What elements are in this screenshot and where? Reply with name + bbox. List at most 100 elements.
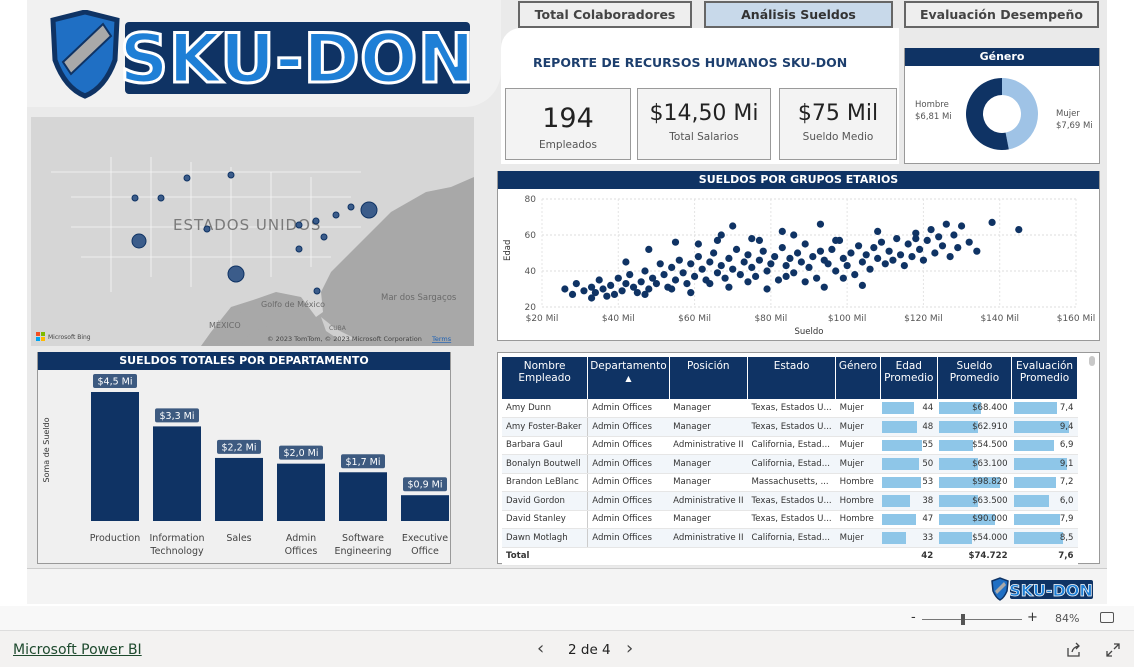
table-row[interactable]: Barbara Gaul Admin Offices Administrative … xyxy=(502,436,1078,455)
scatter-point[interactable] xyxy=(847,249,855,257)
scatter-point[interactable] xyxy=(782,272,790,280)
share-icon[interactable] xyxy=(1066,642,1082,658)
map-bubble[interactable] xyxy=(347,203,355,211)
scatter-point[interactable] xyxy=(942,220,950,228)
table-row[interactable]: David Gordon Admin Offices Administrative … xyxy=(502,491,1078,511)
scatter-point[interactable] xyxy=(694,253,702,261)
map-bubble[interactable] xyxy=(320,233,328,241)
scatter-point[interactable] xyxy=(973,247,981,255)
scatter-point[interactable] xyxy=(721,274,729,282)
scatter-point[interactable] xyxy=(587,294,596,302)
scatter-point[interactable] xyxy=(832,236,840,244)
map-terms-link[interactable]: Terms xyxy=(431,335,452,343)
col-header[interactable]: Posición xyxy=(669,357,748,399)
scatter-point[interactable] xyxy=(675,256,683,264)
scatter-point[interactable] xyxy=(732,245,741,253)
scatter-point[interactable] xyxy=(668,263,676,271)
scatter-point[interactable] xyxy=(790,231,798,239)
scatter-point[interactable] xyxy=(938,242,947,250)
scatter-point[interactable] xyxy=(854,242,863,250)
scatter-point[interactable] xyxy=(671,276,680,284)
map-bubble[interactable] xyxy=(157,194,165,202)
map-bubble[interactable] xyxy=(295,245,303,253)
map-bubble[interactable] xyxy=(131,233,147,249)
scatter-point[interactable] xyxy=(687,260,695,268)
scatter-point[interactable] xyxy=(622,280,630,288)
bar[interactable] xyxy=(153,426,201,521)
map-bubble[interactable] xyxy=(131,194,139,202)
scatter-point[interactable] xyxy=(946,253,954,261)
scatter-point[interactable] xyxy=(858,258,866,266)
scatter-point[interactable] xyxy=(820,283,828,291)
scatter-point[interactable] xyxy=(778,244,786,252)
col-header[interactable]: Evaluación Promedio xyxy=(1011,357,1078,399)
scatter-chart[interactable]: 20 40 60 80 $20 Mil $40 Mil $60 Mil $80 Mil $100… xyxy=(498,189,1099,340)
scatter-point[interactable] xyxy=(912,235,920,243)
scatter-point[interactable] xyxy=(767,260,775,268)
table-row[interactable]: Amy Foster-Baker Admin Offices Manager Texa… xyxy=(502,417,1078,437)
scatter-point[interactable] xyxy=(1015,226,1023,234)
map-bubble[interactable] xyxy=(183,174,191,182)
scatter-point[interactable] xyxy=(957,222,966,230)
scatter-point[interactable] xyxy=(797,258,805,266)
scatter-point[interactable] xyxy=(652,280,661,288)
scatter-point[interactable] xyxy=(954,244,962,252)
scatter-point[interactable] xyxy=(858,281,866,289)
next-page-button[interactable]: › xyxy=(626,638,633,659)
scatter-point[interactable] xyxy=(740,258,748,266)
scatter-point[interactable] xyxy=(805,263,813,271)
map-bubble[interactable] xyxy=(295,221,303,229)
scatter-point[interactable] xyxy=(927,226,935,234)
scatter-point[interactable] xyxy=(690,272,699,280)
scatter-point[interactable] xyxy=(813,274,821,282)
scatter-point[interactable] xyxy=(729,265,737,273)
scatter-point[interactable] xyxy=(816,220,825,228)
scatter-point[interactable] xyxy=(706,280,714,288)
table-row[interactable]: Dawn Motlagh Admin Offices Administrative … xyxy=(502,528,1078,548)
donut-slice-hombre[interactable] xyxy=(1002,78,1038,150)
scatter-point[interactable] xyxy=(626,271,634,279)
scatter-point[interactable] xyxy=(896,251,905,259)
scatter-point[interactable] xyxy=(824,260,832,268)
scatter-point[interactable] xyxy=(786,254,794,262)
table-row[interactable]: David Stanley Admin Offices Manager Texas, … xyxy=(502,510,1078,529)
scatter-point[interactable] xyxy=(679,269,687,277)
scatter-point[interactable] xyxy=(603,292,611,300)
scatter-point[interactable] xyxy=(885,247,893,255)
scatter-point[interactable] xyxy=(641,267,649,275)
scatter-point[interactable] xyxy=(717,231,725,239)
scatter-point[interactable] xyxy=(931,249,939,257)
scatter-point[interactable] xyxy=(595,276,603,284)
zoom-slider-track[interactable] xyxy=(922,619,1022,620)
scatter-point[interactable] xyxy=(725,254,733,262)
scatter-point[interactable] xyxy=(763,267,771,275)
scatter-point[interactable] xyxy=(694,240,702,248)
table-row[interactable]: Brandon LeBlanc Admin Offices Manager Massa… xyxy=(502,473,1078,492)
col-header[interactable]: Nombre Empleado xyxy=(502,357,589,399)
map-bubble[interactable] xyxy=(203,225,211,233)
scatter-point[interactable] xyxy=(904,240,912,248)
scatter-point[interactable] xyxy=(919,256,928,264)
scatter-point[interactable] xyxy=(633,289,641,297)
scatter-point[interactable] xyxy=(866,265,874,273)
map-bubble[interactable] xyxy=(332,211,340,219)
scatter-point[interactable] xyxy=(935,233,943,241)
scatter-point[interactable] xyxy=(877,238,886,246)
map-bubble[interactable] xyxy=(360,201,378,219)
col-header[interactable]: Sueldo Promedio xyxy=(937,357,1013,399)
scatter-point[interactable] xyxy=(839,274,847,282)
scatter-point[interactable] xyxy=(874,227,882,235)
scatter-point[interactable] xyxy=(698,265,706,273)
scatter-point[interactable] xyxy=(637,278,645,286)
scatter-point[interactable] xyxy=(599,285,607,293)
scatter-point[interactable] xyxy=(793,249,802,257)
scatter-point[interactable] xyxy=(839,254,847,262)
scatter-point[interactable] xyxy=(671,238,680,246)
scatter-point[interactable] xyxy=(713,269,722,277)
scatter-point[interactable] xyxy=(572,280,580,288)
zoom-out-button[interactable]: - xyxy=(911,610,916,625)
scatter-point[interactable] xyxy=(809,253,817,261)
scatter-point[interactable] xyxy=(725,283,733,291)
scatter-point[interactable] xyxy=(706,258,714,266)
bar-chart[interactable]: Soma de Sueldo $4,5 Mi Production $3,3 Mi I… xyxy=(38,370,450,563)
